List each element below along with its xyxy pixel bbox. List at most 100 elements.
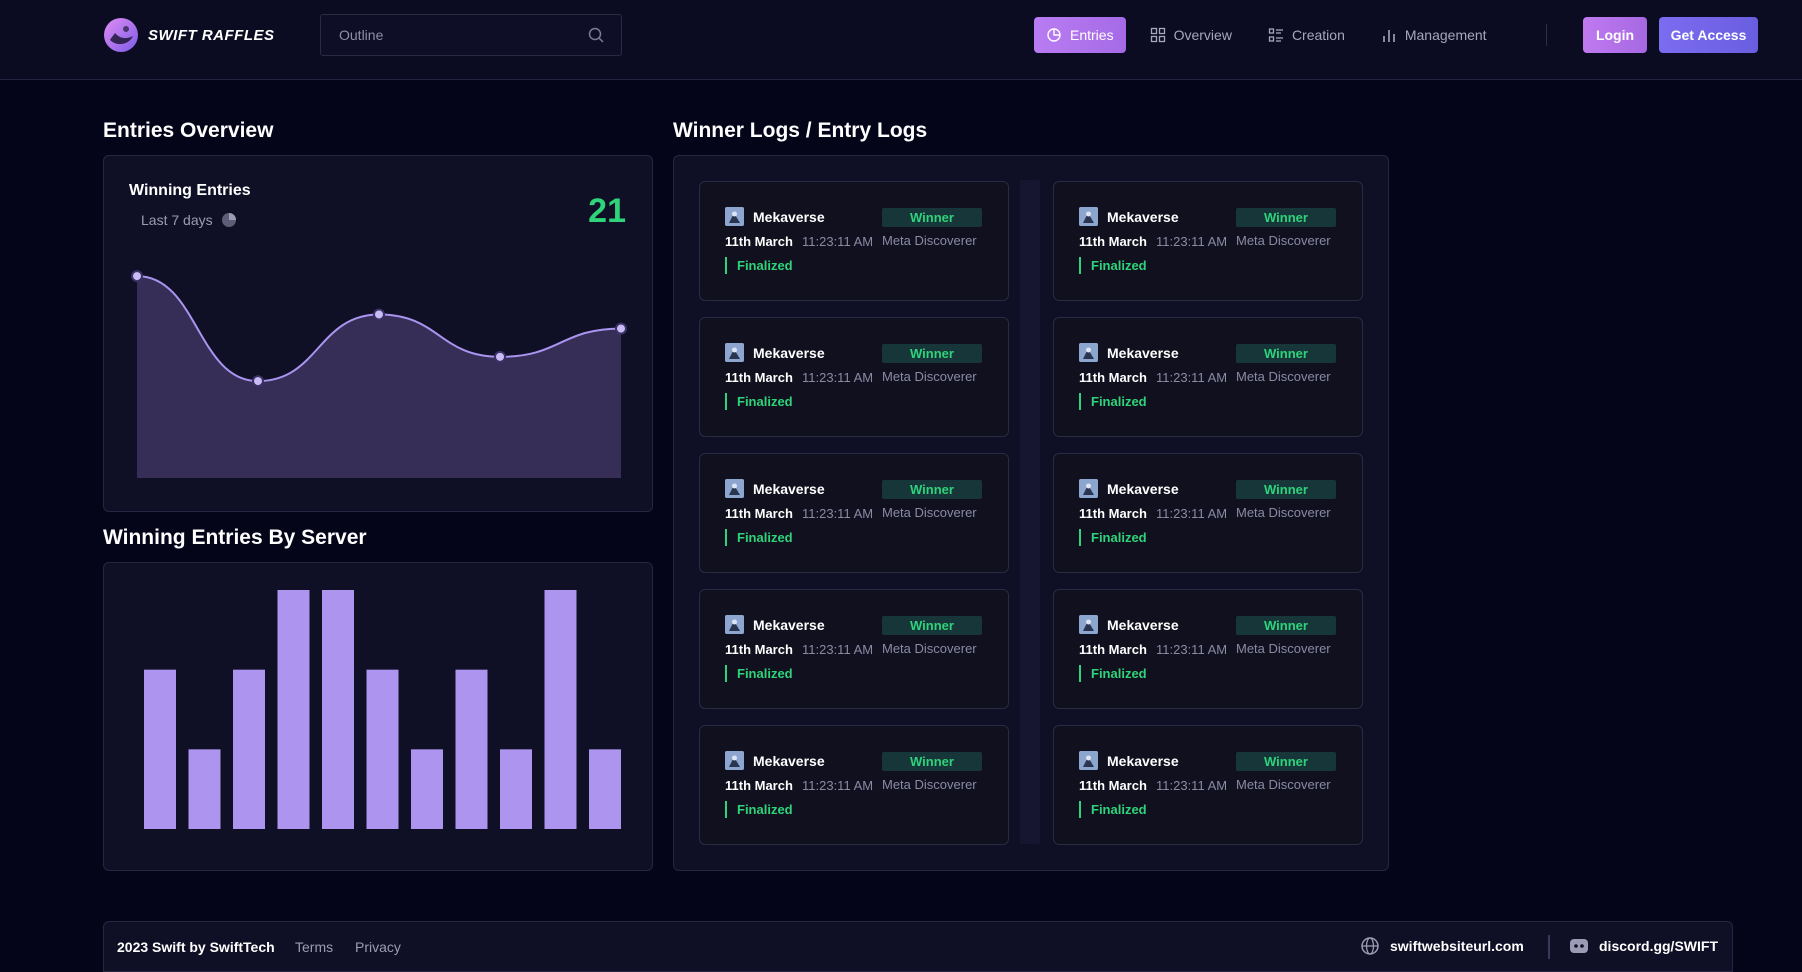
footer-divider xyxy=(1548,935,1550,959)
log-date: 11th March xyxy=(1079,642,1147,657)
log-role: Meta Discoverer xyxy=(882,641,977,656)
log-card[interactable]: Mekaverse Winner 11th March 11:23:11 AM Meta… xyxy=(699,453,1009,573)
chart-bar[interactable] xyxy=(366,669,399,829)
log-time: 11:23:11 AM xyxy=(1156,234,1228,249)
log-card[interactable]: Mekaverse Winner 11th March 11:23:11 AM Meta… xyxy=(1053,181,1363,301)
log-status: Finalized xyxy=(1079,665,1147,682)
log-project-name: Mekaverse xyxy=(753,209,825,225)
log-time: 11:23:11 AM xyxy=(802,778,874,793)
entries-overview-title: Entries Overview xyxy=(103,119,274,142)
nav-management[interactable]: Management xyxy=(1369,17,1499,53)
nav-divider xyxy=(1546,24,1547,46)
brand-logo[interactable]: SWIFT RAFFLES xyxy=(102,16,275,54)
winner-logs-panel: Mekaverse Winner 11th March 11:23:11 AM Meta… xyxy=(673,155,1389,871)
chart-bar[interactable] xyxy=(589,749,621,829)
chart-point[interactable] xyxy=(373,308,385,321)
log-role: Meta Discoverer xyxy=(1236,777,1331,792)
chart-bar[interactable] xyxy=(455,669,488,829)
chart-bar[interactable] xyxy=(544,590,577,829)
project-avatar xyxy=(725,207,744,226)
log-role: Meta Discoverer xyxy=(882,233,977,248)
project-avatar xyxy=(1079,479,1098,498)
chart-bar[interactable] xyxy=(277,590,310,829)
winning-entries-line-chart xyxy=(131,270,627,478)
log-card[interactable]: Mekaverse Winner 11th March 11:23:11 AM Meta… xyxy=(699,317,1009,437)
project-avatar-icon xyxy=(725,479,744,498)
log-time: 11:23:11 AM xyxy=(802,234,874,249)
nav-creation[interactable]: Creation xyxy=(1256,17,1357,53)
project-avatar-icon xyxy=(1079,343,1098,362)
log-project-name: Mekaverse xyxy=(753,345,825,361)
project-avatar-icon xyxy=(1079,479,1098,498)
log-time: 11:23:11 AM xyxy=(1156,506,1228,521)
footer-website-label: swiftwebsiteurl.com xyxy=(1390,938,1524,954)
project-avatar-icon xyxy=(1079,207,1098,226)
log-date: 11th March xyxy=(1079,506,1147,521)
log-card[interactable]: Mekaverse Winner 11th March 11:23:11 AM Meta… xyxy=(1053,317,1363,437)
project-avatar-icon xyxy=(725,615,744,634)
log-status: Finalized xyxy=(1079,393,1147,410)
log-project-name: Mekaverse xyxy=(1107,209,1179,225)
login-button[interactable]: Login xyxy=(1583,17,1647,53)
get-access-button[interactable]: Get Access xyxy=(1659,17,1758,53)
log-card[interactable]: Mekaverse Winner 11th March 11:23:11 AM Meta… xyxy=(1053,589,1363,709)
search-input[interactable] xyxy=(337,26,587,44)
log-time: 11:23:11 AM xyxy=(802,642,874,657)
nav-entries[interactable]: Entries xyxy=(1034,17,1126,53)
footer-discord-link[interactable]: discord.gg/SWIFT xyxy=(1569,936,1718,956)
log-card[interactable]: Mekaverse Winner 11th March 11:23:11 AM Meta… xyxy=(699,589,1009,709)
log-card[interactable]: Mekaverse Winner 11th March 11:23:11 AM Meta… xyxy=(1053,725,1363,845)
log-project-name: Mekaverse xyxy=(753,481,825,497)
log-role: Meta Discoverer xyxy=(1236,505,1331,520)
chart-bar[interactable] xyxy=(500,749,532,829)
log-project-name: Mekaverse xyxy=(1107,345,1179,361)
footer-privacy-link[interactable]: Privacy xyxy=(355,939,401,955)
log-card[interactable]: Mekaverse Winner 11th March 11:23:11 AM Meta… xyxy=(699,181,1009,301)
nav-entries-label: Entries xyxy=(1070,27,1114,43)
server-bar-chart-card xyxy=(103,562,653,871)
log-status: Finalized xyxy=(1079,529,1147,546)
project-avatar xyxy=(725,343,744,362)
logs-scroll-track[interactable] xyxy=(1020,180,1040,844)
log-card[interactable]: Mekaverse Winner 11th March 11:23:11 AM Meta… xyxy=(699,725,1009,845)
chart-bar[interactable] xyxy=(188,749,221,829)
search-icon[interactable] xyxy=(587,26,605,44)
winning-entries-card: Winning Entries Last 7 days 21 xyxy=(103,155,653,512)
log-status: Finalized xyxy=(725,529,793,546)
log-time: 11:23:11 AM xyxy=(1156,778,1228,793)
footer-terms-link[interactable]: Terms xyxy=(295,939,333,955)
nav-overview[interactable]: Overview xyxy=(1138,17,1244,53)
log-card[interactable]: Mekaverse Winner 11th March 11:23:11 AM Meta… xyxy=(1053,453,1363,573)
project-avatar xyxy=(725,615,744,634)
globe-icon xyxy=(1361,937,1379,955)
chart-point[interactable] xyxy=(615,322,627,335)
chart-bar[interactable] xyxy=(144,669,176,829)
log-time: 11:23:11 AM xyxy=(802,506,874,521)
log-status: Finalized xyxy=(725,801,793,818)
log-time: 11:23:11 AM xyxy=(1156,370,1228,385)
chart-bar[interactable] xyxy=(411,749,443,829)
server-bar-chart xyxy=(144,590,621,829)
chart-bar[interactable] xyxy=(233,669,265,829)
chart-point[interactable] xyxy=(494,350,506,363)
log-project-name: Mekaverse xyxy=(753,617,825,633)
log-date: 11th March xyxy=(725,506,793,521)
log-status: Finalized xyxy=(1079,801,1147,818)
winner-badge: Winner xyxy=(882,480,982,499)
footer-website-link[interactable]: swiftwebsiteurl.com xyxy=(1360,936,1524,956)
winner-badge: Winner xyxy=(882,344,982,363)
project-avatar xyxy=(1079,751,1098,770)
chart-point[interactable] xyxy=(131,270,143,283)
search-box[interactable] xyxy=(320,14,622,56)
chart-point[interactable] xyxy=(252,375,264,388)
log-date: 11th March xyxy=(725,234,793,249)
log-project-name: Mekaverse xyxy=(1107,481,1179,497)
log-role: Meta Discoverer xyxy=(882,505,977,520)
log-date: 11th March xyxy=(1079,370,1147,385)
winner-badge: Winner xyxy=(1236,344,1336,363)
winner-badge: Winner xyxy=(1236,480,1336,499)
log-date: 11th March xyxy=(1079,234,1147,249)
project-avatar xyxy=(725,751,744,770)
footer: 2023 Swift by SwiftTech Terms Privacy sw… xyxy=(103,921,1733,972)
chart-bar[interactable] xyxy=(322,590,354,829)
